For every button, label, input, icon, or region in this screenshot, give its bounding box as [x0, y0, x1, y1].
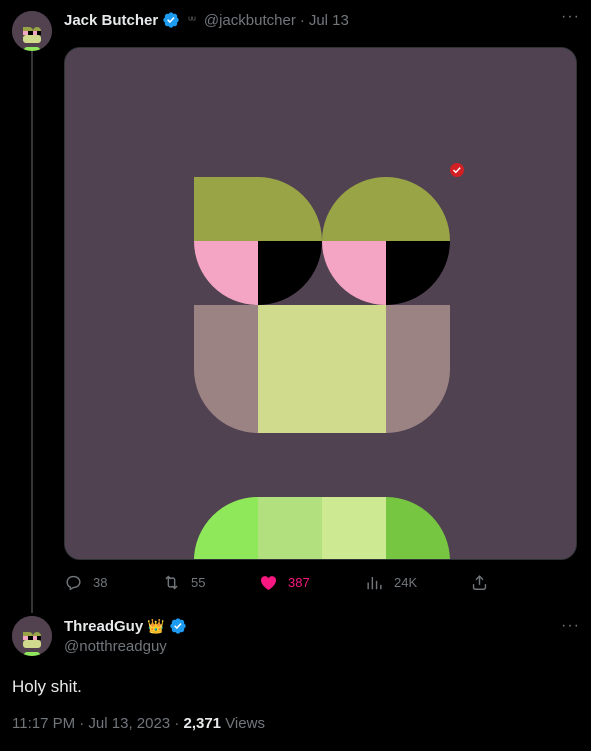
tweet-timestamp[interactable]: 11:17 PM · Jul 13, 2023 ·: [12, 715, 183, 732]
views-total: 2,371: [183, 715, 222, 732]
like-count: 387: [288, 575, 310, 590]
views-label: Views: [221, 715, 265, 732]
thread-line: [31, 50, 33, 613]
handle-emoji: ᵘᵘ: [188, 14, 196, 26]
like-button[interactable]: 387: [259, 573, 310, 592]
views-button[interactable]: 24K: [365, 573, 417, 592]
reply-button[interactable]: 38: [64, 573, 107, 592]
author-handle[interactable]: @notthreadguy: [64, 638, 167, 655]
tweet-meta: 11:17 PM · Jul 13, 2023 · 2,371 Views: [12, 715, 265, 732]
retweet-button[interactable]: 55: [162, 573, 205, 592]
tweet-media-image[interactable]: [64, 47, 577, 560]
heart-icon: [260, 576, 277, 591]
views-count: 24K: [394, 575, 418, 590]
verified-badge-icon: [163, 12, 179, 28]
avatar-threadguy[interactable]: [12, 616, 52, 656]
tweet-text: Holy shit.: [12, 677, 82, 696]
more-icon[interactable]: ···: [561, 9, 580, 25]
share-icon: [472, 575, 487, 590]
retweet-count: 55: [191, 575, 206, 590]
reply-icon: [66, 575, 81, 591]
retweet-icon: [165, 575, 178, 590]
reply-count: 38: [93, 575, 108, 590]
tweet-date[interactable]: Jul 13: [309, 12, 349, 29]
separator-dot: ·: [299, 11, 305, 29]
avatar-jack-butcher[interactable]: [12, 11, 52, 51]
verified-badge-icon: [169, 618, 186, 634]
nft-artwork-image: [65, 48, 576, 559]
author-name[interactable]: Jack Butcher: [64, 12, 158, 29]
author-name[interactable]: ThreadGuy: [64, 618, 143, 635]
author-handle[interactable]: @jackbutcher: [204, 12, 296, 29]
more-icon[interactable]: ···: [561, 618, 580, 634]
share-button[interactable]: [470, 573, 489, 592]
crown-emoji: 👑: [147, 617, 165, 634]
analytics-icon: [367, 576, 382, 590]
